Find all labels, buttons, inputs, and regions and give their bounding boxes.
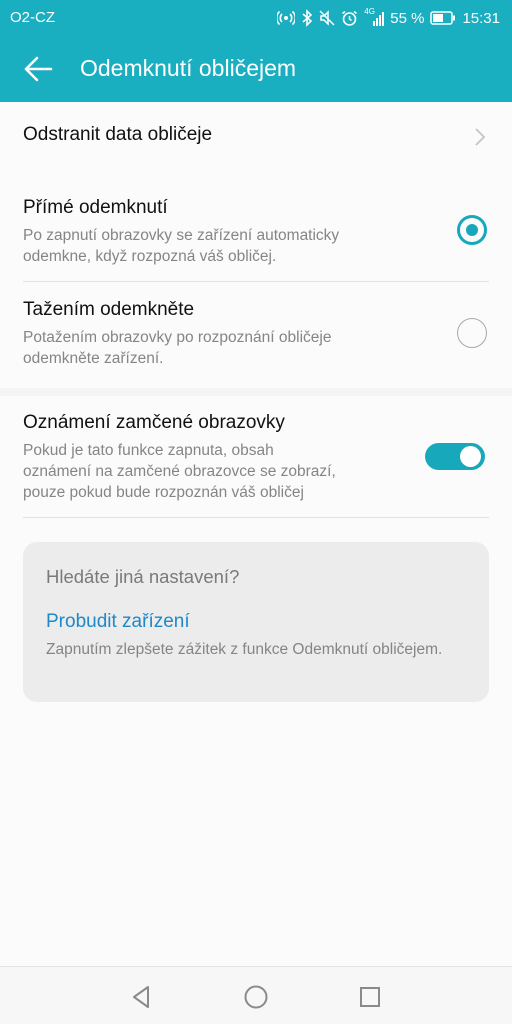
- swipe-unlock-desc-line2: odemkněte zařízení.: [23, 350, 164, 367]
- direct-unlock-radio[interactable]: [457, 215, 487, 245]
- lock-notifications-desc-line1: Pokud je tato funkce zapnuta, obsah: [23, 442, 274, 459]
- bluetooth-icon: [301, 9, 313, 27]
- swipe-unlock-radio[interactable]: [457, 318, 487, 348]
- divider: [23, 517, 489, 518]
- battery-icon: [430, 11, 456, 25]
- direct-unlock-title: Přímé odemknutí: [23, 197, 168, 218]
- delete-face-data-row[interactable]: Odstranit data obličeje: [0, 102, 512, 180]
- alarm-icon: [341, 10, 358, 27]
- chevron-right-icon: [474, 127, 486, 152]
- lock-notifications-toggle[interactable]: [425, 443, 485, 470]
- unlock-mode-group: Přímé odemknutí Po zapnutí obrazovky se …: [0, 180, 512, 388]
- signal-icon: 4G: [364, 7, 385, 26]
- suggestion-question: Hledáte jiná nastavení?: [46, 566, 240, 587]
- app-bar: Odemknutí obličejem: [0, 36, 512, 102]
- wake-device-link[interactable]: Probudit zařízení: [46, 611, 190, 633]
- swipe-unlock-desc-line1: Potažením obrazovky po rozpoznání obliče…: [23, 329, 332, 346]
- lock-notifications-title: Oznámení zamčené obrazovky: [23, 412, 285, 433]
- direct-unlock-option[interactable]: Přímé odemknutí Po zapnutí obrazovky se …: [0, 180, 512, 280]
- lock-notifications-desc-line2: oznámení na zamčené obrazovce se zobrazí…: [23, 463, 336, 480]
- navigation-bar: [0, 966, 512, 1024]
- delete-face-data-label: Odstranit data obličeje: [23, 124, 213, 145]
- mute-icon: [319, 10, 335, 26]
- recents-square-icon[interactable]: [356, 983, 384, 1011]
- network-type-label: 4G: [364, 7, 375, 16]
- page-title: Odemknutí obličejem: [80, 55, 297, 81]
- status-bar: O2-CZ 4G 55 % 15:31: [0, 0, 512, 36]
- swipe-unlock-option[interactable]: Tažením odemkněte Potažením obrazovky po…: [0, 282, 512, 382]
- carrier-label: O2-CZ: [10, 9, 55, 26]
- swipe-unlock-title: Tažením odemkněte: [23, 299, 195, 320]
- arrow-left-icon[interactable]: [22, 52, 56, 86]
- lock-notifications-row[interactable]: Oznámení zamčené obrazovky Pokud je tato…: [0, 396, 512, 516]
- direct-unlock-desc-line1: Po zapnutí obrazovky se zařízení automat…: [23, 227, 340, 244]
- home-circle-icon[interactable]: [242, 983, 270, 1011]
- status-icons: 4G 55 % 15:31: [277, 7, 500, 29]
- suggestion-description: Zapnutím zlepšete zážitek z funkce Odemk…: [46, 641, 443, 658]
- direct-unlock-desc-line2: odemkne, když rozpozná váš obličej.: [23, 248, 277, 265]
- back-triangle-icon[interactable]: [128, 983, 156, 1011]
- clock: 15:31: [462, 9, 500, 27]
- hotspot-icon: [277, 10, 296, 26]
- lock-notifications-desc-line3: pouze pokud bude rozpoznán váš obličej: [23, 484, 304, 501]
- suggestion-card: Hledáte jiná nastavení? Probudit zařízen…: [23, 542, 489, 702]
- battery-percent: 55 %: [390, 9, 425, 27]
